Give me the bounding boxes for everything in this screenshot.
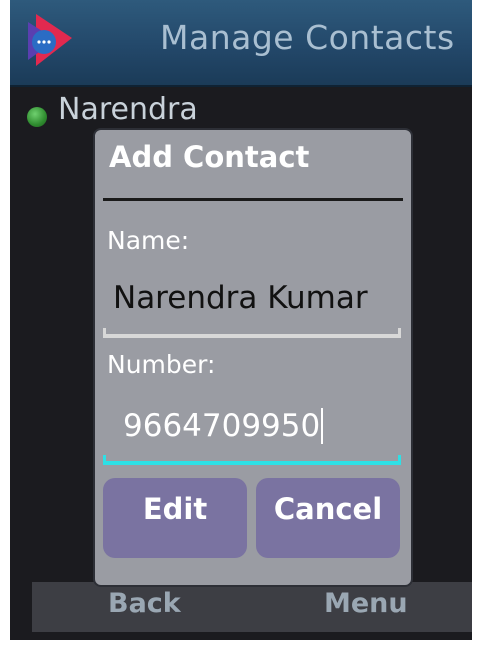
- dialog-title-divider: [103, 198, 403, 201]
- menu-softkey[interactable]: Menu: [324, 588, 408, 619]
- name-input-value: Narendra Kumar: [113, 280, 368, 316]
- online-status-icon: [27, 107, 47, 127]
- edit-button[interactable]: Edit: [103, 478, 247, 558]
- name-input[interactable]: Narendra Kumar: [103, 272, 401, 332]
- contact-list-item[interactable]: Narendra: [10, 90, 472, 130]
- dialog-title: Add Contact: [109, 140, 310, 174]
- page-title: Manage Contacts: [160, 18, 455, 57]
- back-softkey[interactable]: Back: [108, 588, 181, 619]
- contact-name: Narendra: [58, 92, 198, 127]
- text-cursor: [321, 408, 324, 444]
- app-header: Manage Contacts: [10, 0, 472, 87]
- softkey-bar: Back Menu: [32, 582, 472, 632]
- number-label: Number:: [107, 350, 216, 379]
- cancel-button[interactable]: Cancel: [256, 478, 400, 558]
- number-input[interactable]: 9664709950: [103, 400, 401, 460]
- number-input-text: 9664709950: [123, 408, 324, 444]
- number-input-focus-underline: [103, 455, 401, 465]
- app-logo-icon: [28, 14, 72, 66]
- number-input-value: 9664709950: [123, 408, 321, 444]
- add-contact-dialog: Add Contact Name: Narendra Kumar Number:…: [93, 128, 413, 587]
- cancel-button-label: Cancel: [273, 492, 383, 526]
- name-label: Name:: [107, 226, 190, 255]
- phone-screen: Manage Contacts Narendra Back Menu Add C…: [10, 0, 472, 640]
- edit-button-label: Edit: [142, 492, 208, 526]
- name-input-underline: [103, 328, 401, 338]
